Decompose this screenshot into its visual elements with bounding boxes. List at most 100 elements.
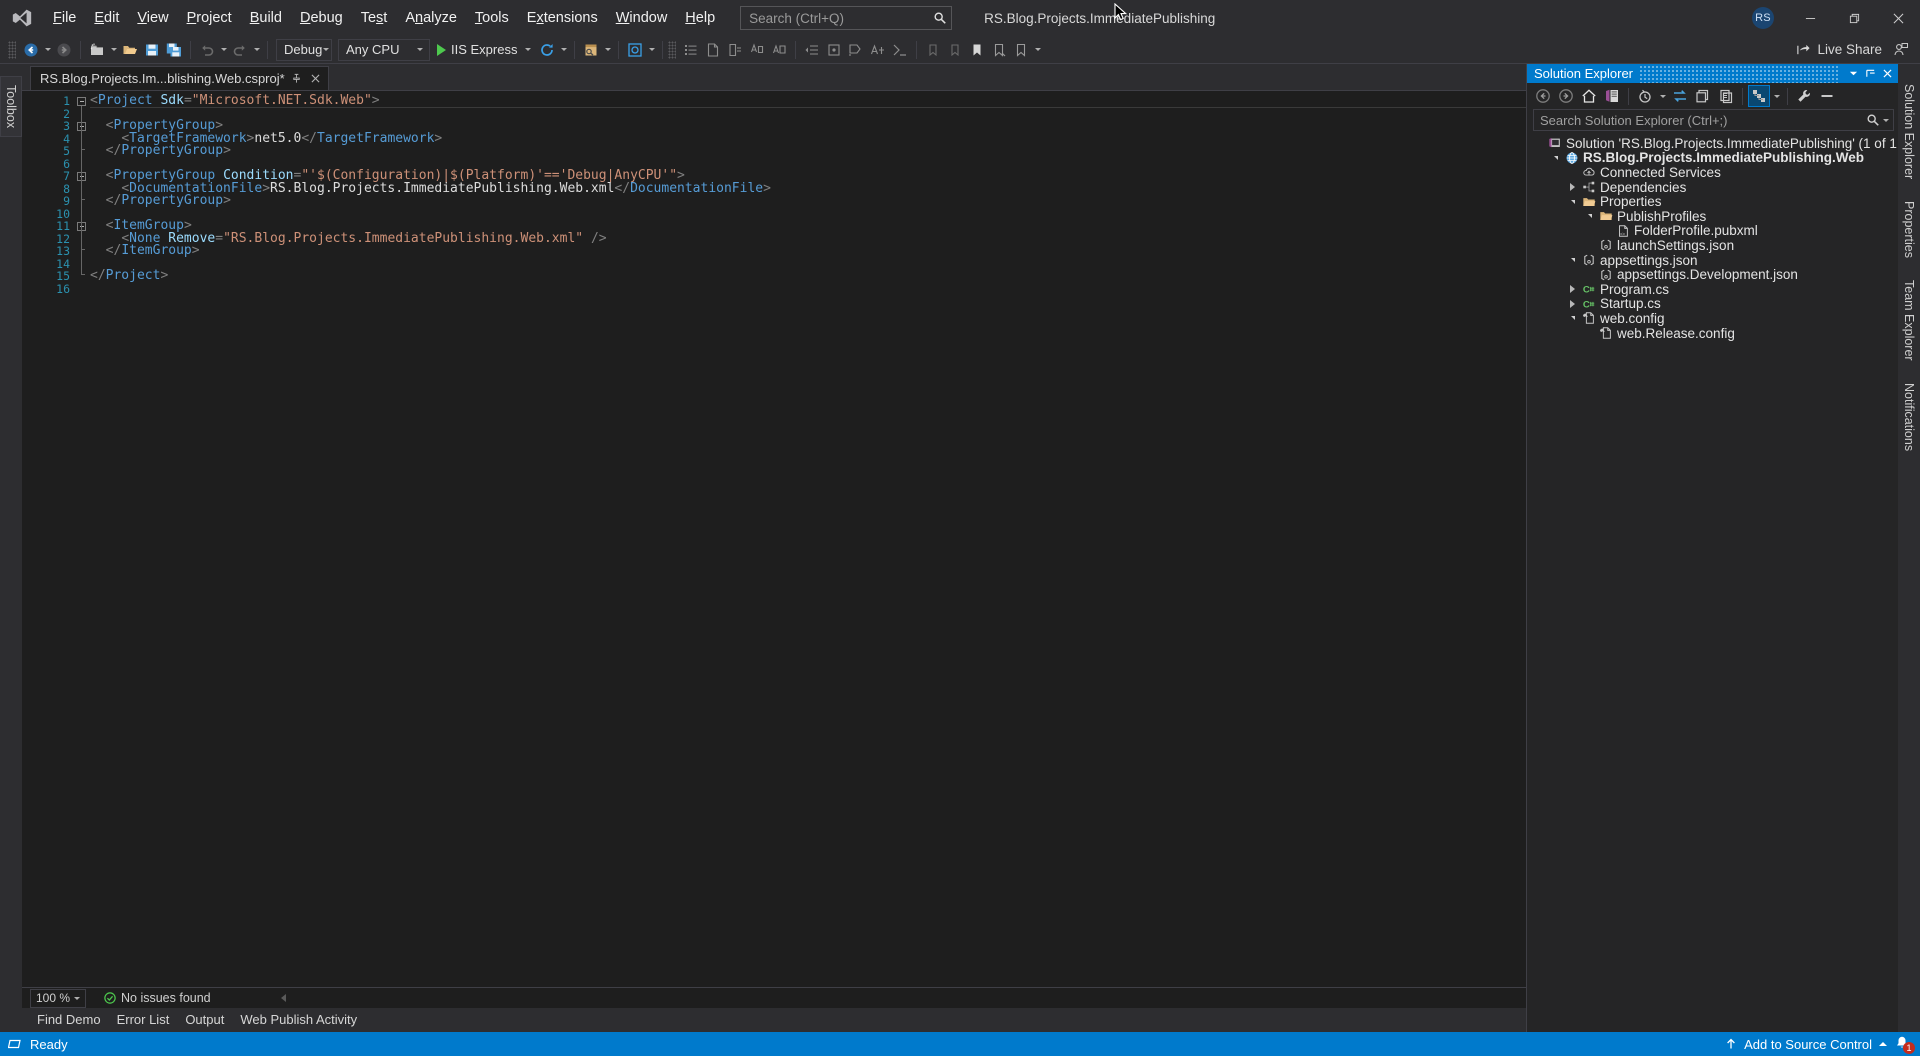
list-members-icon[interactable]: [680, 39, 702, 61]
code-line[interactable]: </PropertyGroup>: [90, 144, 1526, 158]
show-all-files-icon[interactable]: [1748, 85, 1770, 107]
select-element-icon[interactable]: [624, 39, 646, 61]
bottom-tab-error-list[interactable]: Error List: [110, 1009, 177, 1031]
menu-debug[interactable]: Debug: [291, 0, 352, 36]
fold-margin[interactable]: [74, 91, 90, 987]
home-icon[interactable]: [1578, 85, 1600, 107]
tree-item[interactable]: launchSettings.json: [1527, 238, 1898, 253]
tree-item[interactable]: appsettings.Development.json: [1527, 267, 1898, 282]
chevron-up-icon[interactable]: [1879, 1042, 1887, 1046]
fold-toggle-icon[interactable]: [77, 96, 86, 106]
account-area[interactable]: RS: [1752, 7, 1774, 29]
code-line[interactable]: [90, 283, 1526, 296]
restore-button[interactable]: [1832, 0, 1876, 36]
tree-item[interactable]: RS.Blog.Projects.ImmediatePublishing.Web: [1527, 150, 1898, 165]
chevron-down-icon[interactable]: [71, 997, 83, 1000]
hot-reload-dropdown[interactable]: [558, 39, 569, 61]
comment-selection-icon[interactable]: [746, 39, 768, 61]
zoom-level-combo[interactable]: 100 %: [30, 988, 86, 1008]
code-line[interactable]: <None Remove="RS.Blog.Projects.Immediate…: [90, 232, 1526, 246]
increase-indent-icon[interactable]: [823, 39, 845, 61]
tree-item[interactable]: C Startup.cs: [1527, 296, 1898, 311]
menu-tools[interactable]: Tools: [466, 0, 518, 36]
code-line[interactable]: [90, 258, 1526, 271]
save-all-icon[interactable]: [163, 39, 185, 61]
panel-dock-icon[interactable]: [1862, 64, 1879, 83]
tree-item[interactable]: Solution 'RS.Blog.Projects.ImmediatePubl…: [1527, 136, 1898, 151]
menu-analyze[interactable]: Analyze: [396, 0, 466, 36]
hot-reload-icon[interactable]: [536, 39, 558, 61]
expander-expanded-icon[interactable]: [1548, 155, 1563, 160]
add-to-source-control-label[interactable]: Add to Source Control: [1744, 1037, 1872, 1052]
preview-selected-items-icon[interactable]: [1816, 85, 1838, 107]
next-bookmark-icon[interactable]: [944, 39, 966, 61]
notifications-button[interactable]: 1: [1894, 1035, 1915, 1054]
solution-explorer-search[interactable]: [1533, 109, 1894, 131]
redo-icon[interactable]: [229, 39, 251, 61]
open-file-icon[interactable]: [119, 39, 141, 61]
forward-icon[interactable]: [1555, 85, 1577, 107]
tree-item[interactable]: web.Release.config: [1527, 326, 1898, 341]
live-preview-icon[interactable]: [580, 39, 602, 61]
live-share-button[interactable]: Live Share: [1788, 38, 1890, 62]
code-line[interactable]: </ItemGroup>: [90, 244, 1526, 258]
undo-dropdown[interactable]: [218, 39, 229, 61]
platform-combo[interactable]: Any CPU: [338, 38, 430, 61]
right-tab-team-explorer[interactable]: Team Explorer: [1899, 274, 1919, 367]
solution-view-icon[interactable]: [1601, 85, 1623, 107]
live-preview-dropdown[interactable]: [602, 39, 613, 61]
properties-wrench-icon[interactable]: [1793, 85, 1815, 107]
menu-window[interactable]: Window: [607, 0, 677, 36]
menu-view[interactable]: View: [128, 0, 177, 36]
collapse-all-icon[interactable]: [1715, 85, 1737, 107]
start-dropdown[interactable]: [522, 39, 533, 61]
close-tab-icon[interactable]: [309, 72, 323, 86]
redo-dropdown[interactable]: [251, 39, 262, 61]
select-element-dropdown[interactable]: [646, 39, 657, 61]
search-input[interactable]: [749, 10, 934, 26]
clear-bookmarks-icon[interactable]: [988, 39, 1010, 61]
right-tab-notifications[interactable]: Notifications: [1899, 377, 1919, 457]
navigate-backward-icon[interactable]: [20, 39, 42, 61]
pending-changes-dropdown[interactable]: [1657, 85, 1668, 107]
pin-icon[interactable]: [290, 72, 304, 86]
toolbar-grip[interactable]: [8, 40, 16, 59]
menu-help[interactable]: Help: [676, 0, 724, 36]
refresh-icon[interactable]: [1692, 85, 1714, 107]
sync-with-document-icon[interactable]: [1669, 85, 1691, 107]
menu-project[interactable]: Project: [178, 0, 241, 36]
decrease-indent-icon[interactable]: [801, 39, 823, 61]
global-search-box[interactable]: [740, 6, 953, 30]
back-icon[interactable]: [1532, 85, 1554, 107]
menu-edit[interactable]: Edit: [85, 0, 128, 36]
new-project-icon[interactable]: [86, 39, 108, 61]
menu-test[interactable]: Test: [352, 0, 397, 36]
solution-tree[interactable]: Solution 'RS.Blog.Projects.ImmediatePubl…: [1527, 133, 1898, 1032]
code-line[interactable]: </Project>: [90, 269, 1526, 283]
code-line[interactable]: [90, 208, 1526, 221]
solution-search-input[interactable]: [1540, 112, 1866, 128]
undo-icon[interactable]: [196, 39, 218, 61]
toolbox-tab[interactable]: Toolbox: [0, 76, 22, 138]
close-button[interactable]: [1876, 0, 1920, 36]
font-size-icon[interactable]: [867, 39, 889, 61]
toggle-whitespace-icon[interactable]: [889, 39, 911, 61]
panel-close-icon[interactable]: [1879, 64, 1896, 83]
bottom-tab-web-publish-activity[interactable]: Web Publish Activity: [233, 1009, 364, 1031]
code-line[interactable]: <DocumentationFile>RS.Blog.Projects.Imme…: [90, 182, 1526, 196]
search-options-dropdown[interactable]: [1880, 109, 1891, 131]
code-text[interactable]: <Project Sdk="Microsoft.NET.Sdk.Web"> <P…: [90, 91, 1526, 987]
new-project-dropdown[interactable]: [108, 39, 119, 61]
right-tab-properties[interactable]: Properties: [1899, 195, 1919, 264]
tree-item[interactable]: C Program.cs: [1527, 282, 1898, 297]
toolbar-overflow[interactable]: [1032, 39, 1043, 61]
code-area[interactable]: 1 2 3 4 5 6 7 8 9 10 11 12 13 14 15 16 <Project Sdk="Mi…: [22, 91, 1526, 987]
minimize-button[interactable]: [1788, 0, 1832, 36]
expander-expanded-icon[interactable]: [1565, 258, 1580, 263]
panel-menu-icon[interactable]: [1845, 64, 1862, 83]
tree-item[interactable]: web.config: [1527, 311, 1898, 326]
tree-item[interactable]: appsettings.json: [1527, 253, 1898, 268]
chevron-down-icon[interactable]: [413, 48, 427, 51]
menu-build[interactable]: Build: [241, 0, 291, 36]
expander-collapsed-icon[interactable]: [1565, 183, 1580, 192]
